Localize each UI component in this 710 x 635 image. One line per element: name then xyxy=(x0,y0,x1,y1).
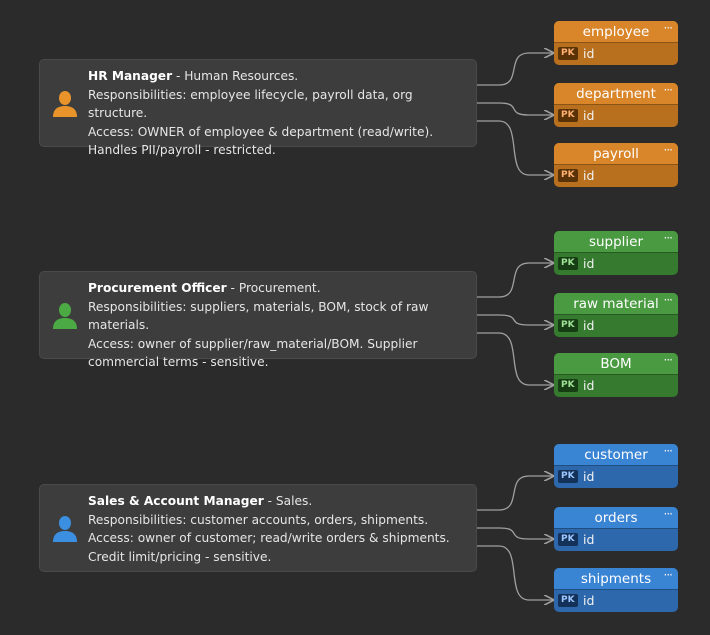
entity-table[interactable]: BOM ··· PK id xyxy=(554,353,678,397)
role-title: HR Manager xyxy=(88,69,173,83)
table-column-row[interactable]: PK id xyxy=(554,314,678,336)
primary-key-badge: PK xyxy=(558,533,578,546)
more-icon[interactable]: ··· xyxy=(664,21,674,39)
role-title: Sales & Account Manager xyxy=(88,494,264,508)
entity-table[interactable]: raw material ··· PK id xyxy=(554,293,678,337)
table-name: raw material xyxy=(573,296,659,312)
relationship-link xyxy=(477,476,553,511)
column-name: id xyxy=(583,469,595,484)
more-icon[interactable]: ··· xyxy=(664,353,674,371)
relationship-link xyxy=(477,53,553,86)
table-column-row[interactable]: PK id xyxy=(554,42,678,64)
table-name: department xyxy=(576,86,656,102)
more-icon[interactable]: ··· xyxy=(664,231,674,249)
primary-key-badge: PK xyxy=(558,379,578,392)
role-access: Access: owner of supplier/raw_material/B… xyxy=(88,336,418,370)
role-department: - Sales. xyxy=(263,494,313,508)
role-department: - Human Resources. xyxy=(172,69,299,83)
table-header[interactable]: employee ··· xyxy=(554,21,678,42)
role-responsibilities: Responsibilities: suppliers, materials, … xyxy=(88,299,429,333)
column-name: id xyxy=(583,378,595,393)
role-heading: Procurement Officer - Procurement. xyxy=(88,279,466,298)
role-card[interactable]: Sales & Account Manager - Sales. Responsi… xyxy=(39,484,477,572)
role-title: Procurement Officer xyxy=(88,281,227,295)
column-name: id xyxy=(583,532,595,547)
column-name: id xyxy=(583,46,595,61)
column-name: id xyxy=(583,168,595,183)
role-card[interactable]: HR Manager - Human Resources. Responsibil… xyxy=(39,59,477,157)
table-name: customer xyxy=(584,447,648,463)
column-name: id xyxy=(583,593,595,608)
more-icon[interactable]: ··· xyxy=(664,293,674,311)
user-icon xyxy=(53,516,77,542)
relationship-link xyxy=(477,314,553,325)
primary-key-badge: PK xyxy=(558,257,578,270)
table-header[interactable]: shipments ··· xyxy=(554,568,678,589)
table-column-row[interactable]: PK id xyxy=(554,104,678,126)
role-heading: Sales & Account Manager - Sales. xyxy=(88,492,466,511)
table-header[interactable]: BOM ··· xyxy=(554,353,678,374)
role-department: - Procurement. xyxy=(226,281,321,295)
relationship-link xyxy=(477,120,553,175)
more-icon[interactable]: ··· xyxy=(664,568,674,586)
entity-table[interactable]: customer ··· PK id xyxy=(554,444,678,488)
entity-table[interactable]: department ··· PK id xyxy=(554,83,678,127)
primary-key-badge: PK xyxy=(558,319,578,332)
table-column-row[interactable]: PK id xyxy=(554,252,678,274)
column-name: id xyxy=(583,318,595,333)
more-icon[interactable]: ··· xyxy=(664,83,674,101)
column-name: id xyxy=(583,108,595,123)
table-column-row[interactable]: PK id xyxy=(554,589,678,611)
table-name: supplier xyxy=(588,234,644,250)
more-icon[interactable]: ··· xyxy=(664,507,674,525)
table-name: shipments xyxy=(580,571,652,587)
table-name: BOM xyxy=(600,356,632,372)
table-header[interactable]: payroll ··· xyxy=(554,143,678,164)
relationship-link xyxy=(477,102,553,115)
primary-key-badge: PK xyxy=(558,47,578,60)
primary-key-badge: PK xyxy=(558,594,578,607)
role-access: Access: owner of customer; read/write or… xyxy=(88,531,450,564)
table-header[interactable]: department ··· xyxy=(554,83,678,104)
relationship-link xyxy=(477,332,553,385)
table-column-row[interactable]: PK id xyxy=(554,528,678,550)
table-header[interactable]: customer ··· xyxy=(554,444,678,465)
role-access: Access: OWNER of employee & department (… xyxy=(88,124,434,158)
user-icon xyxy=(53,91,77,117)
diagram-canvas: HR Manager - Human Resources. Responsibil… xyxy=(0,0,710,635)
entity-table[interactable]: shipments ··· PK id xyxy=(554,568,678,612)
relationship-link xyxy=(477,545,553,600)
table-name: orders xyxy=(594,510,638,526)
entity-table[interactable]: employee ··· PK id xyxy=(554,21,678,65)
entity-table[interactable]: supplier ··· PK id xyxy=(554,231,678,275)
table-column-row[interactable]: PK id xyxy=(554,374,678,396)
more-icon[interactable]: ··· xyxy=(664,444,674,462)
relationship-link xyxy=(477,527,553,539)
table-name: payroll xyxy=(593,146,639,162)
role-responsibilities: Responsibilities: employee lifecycle, pa… xyxy=(88,87,413,121)
column-name: id xyxy=(583,256,595,271)
table-name: employee xyxy=(582,24,650,40)
role-card[interactable]: Procurement Officer - Procurement. Respon… xyxy=(39,271,477,369)
table-column-row[interactable]: PK id xyxy=(554,164,678,186)
table-header[interactable]: supplier ··· xyxy=(554,231,678,252)
user-icon xyxy=(53,303,77,329)
table-column-row[interactable]: PK id xyxy=(554,465,678,487)
primary-key-badge: PK xyxy=(558,169,578,182)
role-heading: HR Manager - Human Resources. xyxy=(88,67,466,86)
primary-key-badge: PK xyxy=(558,109,578,122)
table-header[interactable]: orders ··· xyxy=(554,507,678,528)
entity-table[interactable]: orders ··· PK id xyxy=(554,507,678,551)
primary-key-badge: PK xyxy=(558,470,578,483)
entity-table[interactable]: payroll ··· PK id xyxy=(554,143,678,187)
more-icon[interactable]: ··· xyxy=(664,143,674,161)
relationship-link xyxy=(477,263,553,298)
role-responsibilities: Responsibilities: customer accounts, ord… xyxy=(88,512,429,527)
table-header[interactable]: raw material ··· xyxy=(554,293,678,314)
